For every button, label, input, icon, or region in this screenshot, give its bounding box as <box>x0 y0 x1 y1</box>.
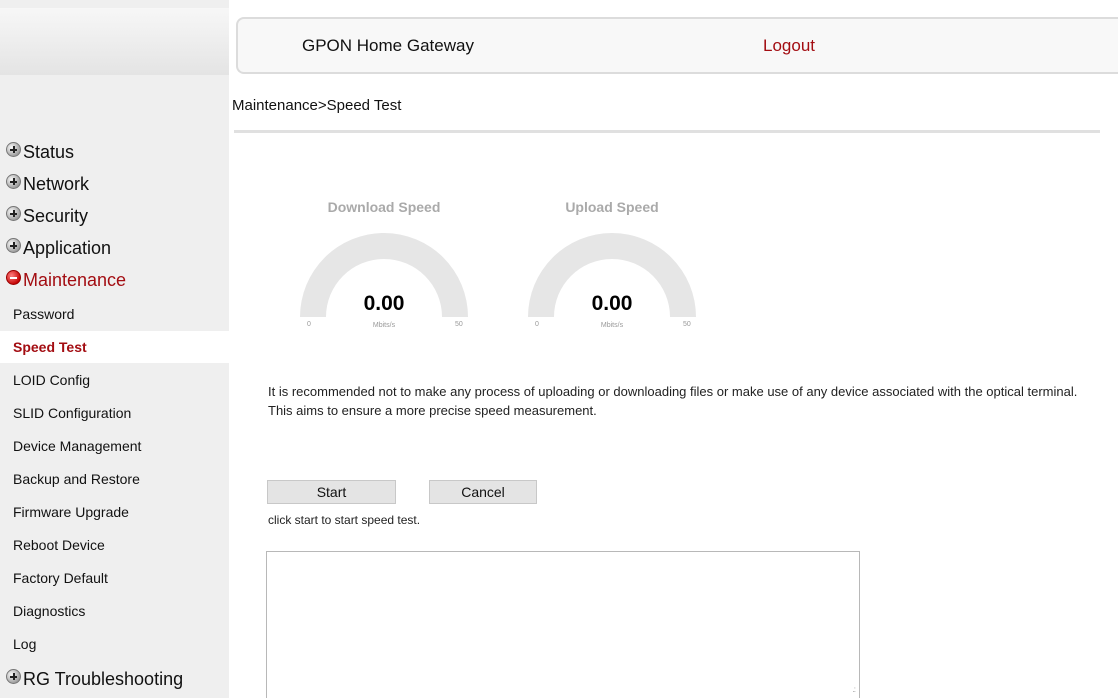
sidebar-item-label: SLID Configuration <box>13 405 132 421</box>
logout-link[interactable]: Logout <box>763 19 815 72</box>
sidebar-item-label: Factory Default <box>13 570 108 586</box>
sidebar: Status Network Security Application Main… <box>0 0 229 698</box>
sidebar-item-slid-configuration[interactable]: SLID Configuration <box>0 397 229 429</box>
expand-plus-icon <box>6 142 21 157</box>
gauge-unit: Mbits/s <box>372 322 396 329</box>
gauge-min: 0 <box>307 321 311 328</box>
collapse-minus-icon <box>6 270 21 285</box>
expand-plus-icon <box>6 174 21 189</box>
sidebar-item-label: Backup and Restore <box>13 471 140 487</box>
app-title: GPON Home Gateway <box>302 36 474 55</box>
cancel-button[interactable]: Cancel <box>429 480 537 504</box>
sidebar-item-label: Reboot Device <box>13 537 105 553</box>
menu-application[interactable]: Application <box>6 233 111 263</box>
menu-label: Network <box>23 174 90 194</box>
sidebar-item-label: Device Management <box>13 438 142 454</box>
sidebar-item-reboot-device[interactable]: Reboot Device <box>0 529 229 561</box>
start-button[interactable]: Start <box>267 480 396 504</box>
result-textarea[interactable]: .: <box>266 551 860 698</box>
sidebar-item-diagnostics[interactable]: Diagnostics <box>0 595 229 627</box>
notice-line: It is recommended not to make any proces… <box>268 384 1078 399</box>
start-hint: click start to start speed test. <box>268 513 421 527</box>
expand-plus-icon <box>6 238 21 253</box>
upload-speed-value: 0.00 <box>591 292 633 315</box>
sidebar-item-label: Password <box>13 306 75 322</box>
sidebar-item-label: LOID Config <box>13 372 91 388</box>
sidebar-item-label: Diagnostics <box>13 603 86 619</box>
sidebar-item-firmware-upgrade[interactable]: Firmware Upgrade <box>0 496 229 528</box>
menu-status[interactable]: Status <box>6 137 74 167</box>
download-speed-gauge: Download Speed 0.00 Mbits/s 0 50 <box>294 195 474 335</box>
gauge-unit: Mbits/s <box>600 322 624 329</box>
gauge-min: 0 <box>535 321 539 328</box>
expand-plus-icon <box>6 669 21 684</box>
sidebar-banner <box>0 8 229 75</box>
menu-label: Status <box>23 142 75 162</box>
menu-label: Application <box>23 238 112 258</box>
header-bar: GPON Home Gateway Logout <box>236 17 1118 74</box>
menu-label: Maintenance <box>23 270 127 290</box>
sidebar-item-speed-test[interactable]: Speed Test <box>0 331 229 363</box>
sidebar-item-password[interactable]: Password <box>0 298 229 330</box>
upload-speed-gauge: Upload Speed 0.00 Mbits/s 0 50 <box>522 195 702 335</box>
gauge-max: 50 <box>683 321 691 328</box>
sidebar-item-label: Firmware Upgrade <box>13 504 129 520</box>
notice-line: This aims to ensure a more precise speed… <box>268 403 597 418</box>
breadcrumb: Maintenance>Speed Test <box>232 97 402 114</box>
sidebar-item-label: Speed Test <box>13 339 87 355</box>
menu-network[interactable]: Network <box>6 169 89 199</box>
sidebar-item-factory-default[interactable]: Factory Default <box>0 562 229 594</box>
sidebar-item-log[interactable]: Log <box>0 628 229 660</box>
menu-label: Security <box>23 206 89 226</box>
speed-test-notice: It is recommended not to make any proces… <box>268 382 1108 420</box>
sidebar-item-backup-restore[interactable]: Backup and Restore <box>0 463 229 495</box>
gauge-max: 50 <box>455 321 463 328</box>
divider <box>234 130 1100 133</box>
menu-maintenance[interactable]: Maintenance <box>6 265 126 295</box>
expand-plus-icon <box>6 206 21 221</box>
menu-rg-troubleshooting[interactable]: RG Troubleshooting <box>6 664 183 694</box>
sidebar-item-loid-config[interactable]: LOID Config <box>0 364 229 396</box>
download-speed-value: 0.00 <box>363 292 405 315</box>
sidebar-item-label: Log <box>13 636 37 652</box>
menu-label: RG Troubleshooting <box>23 669 184 689</box>
sidebar-item-device-management[interactable]: Device Management <box>0 430 229 462</box>
resize-grip-icon[interactable]: .: <box>853 685 857 694</box>
menu-security[interactable]: Security <box>6 201 88 231</box>
